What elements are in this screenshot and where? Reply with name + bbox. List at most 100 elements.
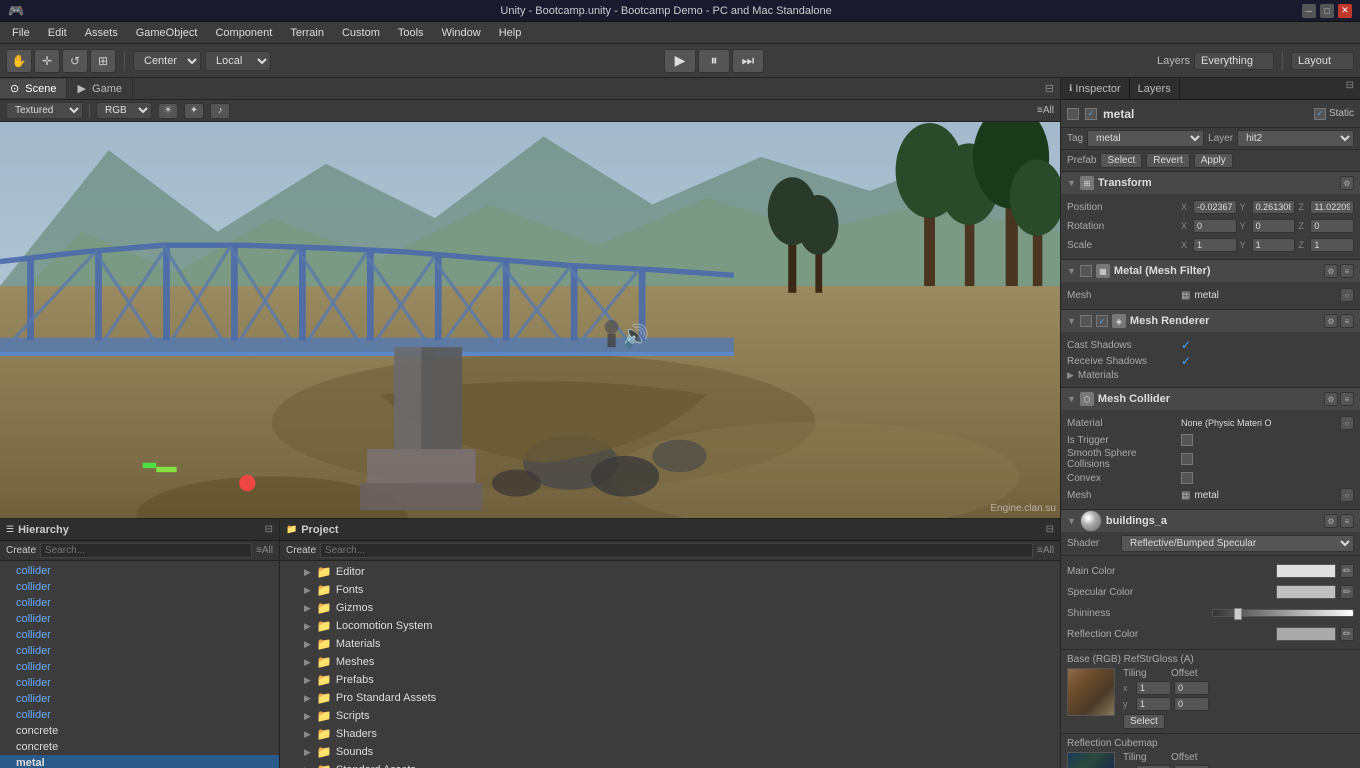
- list-item[interactable]: collider: [0, 627, 279, 643]
- list-item-metal[interactable]: metal: [0, 755, 279, 768]
- list-item[interactable]: collider: [0, 691, 279, 707]
- reflection-texture-preview[interactable]: [1067, 752, 1115, 768]
- layers-dropdown[interactable]: EverythingNothingDefault: [1194, 52, 1274, 70]
- main-color-edit-icon[interactable]: ✏: [1340, 564, 1354, 578]
- material-settings-icon[interactable]: ⚙: [1324, 514, 1338, 528]
- select-button[interactable]: Select: [1100, 153, 1142, 168]
- reflection-color-swatch[interactable]: [1276, 627, 1336, 641]
- scale-x-input[interactable]: [1193, 238, 1237, 252]
- reflection-color-edit-icon[interactable]: ✏: [1340, 627, 1354, 641]
- maximize-button[interactable]: □: [1320, 4, 1334, 18]
- material-menu-icon[interactable]: ≡: [1340, 514, 1354, 528]
- list-item[interactable]: ▶ 📁 Shaders: [280, 725, 1060, 743]
- mesh-collider-settings-icon[interactable]: ⚙: [1324, 392, 1338, 406]
- list-item[interactable]: ▶ 📁 Materials: [280, 635, 1060, 653]
- scale-tool-button[interactable]: ⊞: [90, 49, 116, 73]
- layers-tab[interactable]: Layers: [1130, 78, 1180, 99]
- menu-help[interactable]: Help: [491, 25, 530, 41]
- specular-color-swatch[interactable]: [1276, 585, 1336, 599]
- menu-gameobject[interactable]: GameObject: [128, 25, 206, 41]
- render-mode-select[interactable]: TexturedWireframe: [6, 102, 83, 119]
- hand-tool-button[interactable]: ✋: [6, 49, 32, 73]
- base-texture-preview[interactable]: [1067, 668, 1115, 716]
- offset-y-input[interactable]: [1174, 697, 1209, 711]
- menu-assets[interactable]: Assets: [77, 25, 126, 41]
- mesh-renderer-settings-icon[interactable]: ⚙: [1324, 314, 1338, 328]
- mesh-renderer-menu-icon[interactable]: ≡: [1340, 314, 1354, 328]
- layout-dropdown[interactable]: LayoutDefault2 by 3: [1291, 52, 1354, 70]
- pos-y-input[interactable]: [1252, 200, 1296, 214]
- pos-z-input[interactable]: [1310, 200, 1354, 214]
- material-header[interactable]: ▼ buildings_a ⚙ ≡: [1061, 510, 1360, 532]
- hierarchy-expand[interactable]: ⊟: [265, 524, 273, 535]
- list-item[interactable]: collider: [0, 611, 279, 627]
- project-create-label[interactable]: Create: [286, 545, 316, 556]
- mesh-collider-header[interactable]: ▼ ⬡ Mesh Collider ⚙ ≡: [1061, 388, 1360, 410]
- active-checkbox[interactable]: ✓: [1085, 108, 1097, 120]
- list-item[interactable]: collider: [0, 643, 279, 659]
- shininess-slider-handle[interactable]: [1234, 608, 1242, 620]
- list-item[interactable]: ▶ 📁 Prefabs: [280, 671, 1060, 689]
- collider-mesh-select-icon[interactable]: ○: [1340, 488, 1354, 502]
- menu-custom[interactable]: Custom: [334, 25, 388, 41]
- rot-y-input[interactable]: [1252, 219, 1296, 233]
- pos-x-input[interactable]: [1193, 200, 1237, 214]
- collider-material-select-icon[interactable]: ○: [1340, 416, 1354, 430]
- rot-z-input[interactable]: [1310, 219, 1354, 233]
- list-item[interactable]: ▶ 📁 Editor: [280, 563, 1060, 581]
- project-expand[interactable]: ⊟: [1046, 524, 1054, 535]
- list-item[interactable]: collider: [0, 563, 279, 579]
- rot-x-input[interactable]: [1193, 219, 1237, 233]
- mesh-filter-header[interactable]: ▼ ▦ Metal (Mesh Filter) ⚙ ≡: [1061, 260, 1360, 282]
- list-item[interactable]: ▶ 📁 Scripts: [280, 707, 1060, 725]
- scene-fx-btn[interactable]: ✦: [184, 103, 204, 119]
- list-item[interactable]: ▶ 📁 Fonts: [280, 581, 1060, 599]
- list-item[interactable]: collider: [0, 659, 279, 675]
- list-item[interactable]: ▶ 📁 Meshes: [280, 653, 1060, 671]
- static-checkbox[interactable]: ✓: [1314, 108, 1326, 120]
- local-global-select[interactable]: LocalGlobal: [205, 51, 271, 71]
- mesh-collider-menu-icon[interactable]: ≡: [1340, 392, 1354, 406]
- play-button[interactable]: ▶: [664, 49, 696, 73]
- game-tab[interactable]: ▶ Game: [67, 79, 133, 98]
- mesh-renderer-header[interactable]: ▼ ✓ ◈ Mesh Renderer ⚙ ≡: [1061, 310, 1360, 332]
- mesh-filter-settings-icon[interactable]: ⚙: [1324, 264, 1338, 278]
- offset-x-input[interactable]: [1174, 681, 1209, 695]
- mesh-select-icon[interactable]: ○: [1340, 288, 1354, 302]
- viewport-expand[interactable]: ⊟: [1039, 80, 1060, 97]
- base-texture-select-button[interactable]: Select: [1123, 714, 1165, 729]
- list-item[interactable]: concrete: [0, 739, 279, 755]
- list-item[interactable]: ▶ 📁 Locomotion System: [280, 617, 1060, 635]
- main-color-swatch[interactable]: [1276, 564, 1336, 578]
- shader-select[interactable]: Reflective/Bumped Specular: [1121, 535, 1354, 552]
- project-search[interactable]: [320, 543, 1033, 558]
- inspector-expand[interactable]: ⊟: [1340, 78, 1360, 99]
- tag-select[interactable]: metalUntagged: [1087, 130, 1204, 147]
- revert-button[interactable]: Revert: [1146, 153, 1189, 168]
- hierarchy-search[interactable]: [40, 543, 252, 558]
- layer-select[interactable]: hit2Default: [1237, 130, 1354, 147]
- scene-tab[interactable]: ⊙ Scene: [0, 79, 67, 98]
- list-item[interactable]: ▶ 📁 Gizmos: [280, 599, 1060, 617]
- tiling-y-input[interactable]: [1136, 697, 1171, 711]
- smooth-sphere-checkbox[interactable]: [1181, 453, 1193, 465]
- menu-component[interactable]: Component: [207, 25, 280, 41]
- is-trigger-checkbox[interactable]: [1181, 434, 1193, 446]
- list-item[interactable]: ▶ 📁 Standard Assets: [280, 761, 1060, 768]
- list-item[interactable]: collider: [0, 595, 279, 611]
- scene-viewport[interactable]: 🔊 X Y Z: [0, 122, 1060, 518]
- menu-edit[interactable]: Edit: [40, 25, 75, 41]
- mesh-renderer-active[interactable]: ✓: [1096, 315, 1108, 327]
- specular-color-edit-icon[interactable]: ✏: [1340, 585, 1354, 599]
- convex-checkbox[interactable]: [1181, 472, 1193, 484]
- minimize-button[interactable]: ─: [1302, 4, 1316, 18]
- menu-tools[interactable]: Tools: [390, 25, 432, 41]
- mesh-renderer-enable[interactable]: [1080, 315, 1092, 327]
- menu-window[interactable]: Window: [434, 25, 489, 41]
- center-pivot-select[interactable]: CenterPivot: [133, 51, 201, 71]
- pause-button[interactable]: ⏸: [698, 49, 730, 73]
- close-button[interactable]: ✕: [1338, 4, 1352, 18]
- list-item[interactable]: ▶ 📁 Pro Standard Assets: [280, 689, 1060, 707]
- tiling-x-input[interactable]: [1136, 681, 1171, 695]
- scale-y-input[interactable]: [1252, 238, 1296, 252]
